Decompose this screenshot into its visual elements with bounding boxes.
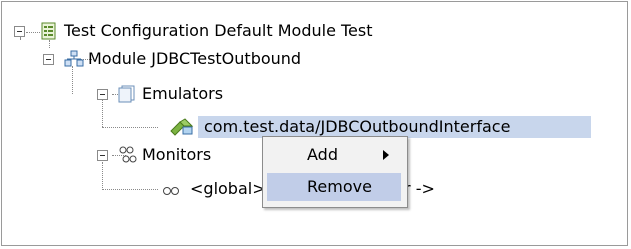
tree-node-label: Emulators (142, 84, 224, 103)
monitor-icon (162, 181, 180, 199)
menu-item-label: Remove (307, 177, 372, 196)
collapse-toggle[interactable] (43, 54, 54, 65)
emulators-folder-icon (118, 85, 136, 103)
menu-item-label: Add (307, 145, 338, 164)
collapse-toggle[interactable] (14, 26, 25, 37)
tree-node-label: Test Configuration Default Module Test (64, 21, 373, 40)
tree-node-test-configuration[interactable]: Test Configuration Default Module Test (2, 19, 602, 43)
tree-view-panel: Test Configuration Default Module Test M… (1, 1, 628, 246)
tree-node-label: Module JDBCTestOutbound (88, 49, 302, 68)
context-menu: Add Remove (262, 136, 408, 208)
submenu-arrow-icon (383, 150, 389, 160)
collapse-toggle[interactable] (97, 89, 108, 100)
tree-node-module[interactable]: Module JDBCTestOutbound (2, 47, 602, 71)
tree-node-emulators[interactable]: Emulators (2, 82, 602, 106)
menu-item-add[interactable]: Add (267, 141, 401, 169)
collapse-toggle[interactable] (97, 150, 108, 161)
module-icon (64, 50, 84, 68)
test-configuration-tree: Test Configuration Default Module Test M… (2, 2, 627, 245)
emulator-icon (170, 117, 194, 136)
monitors-icon (118, 145, 137, 163)
test-configuration-icon (40, 22, 58, 40)
menu-item-remove[interactable]: Remove (267, 173, 401, 201)
tree-node-label: Monitors (142, 145, 212, 164)
